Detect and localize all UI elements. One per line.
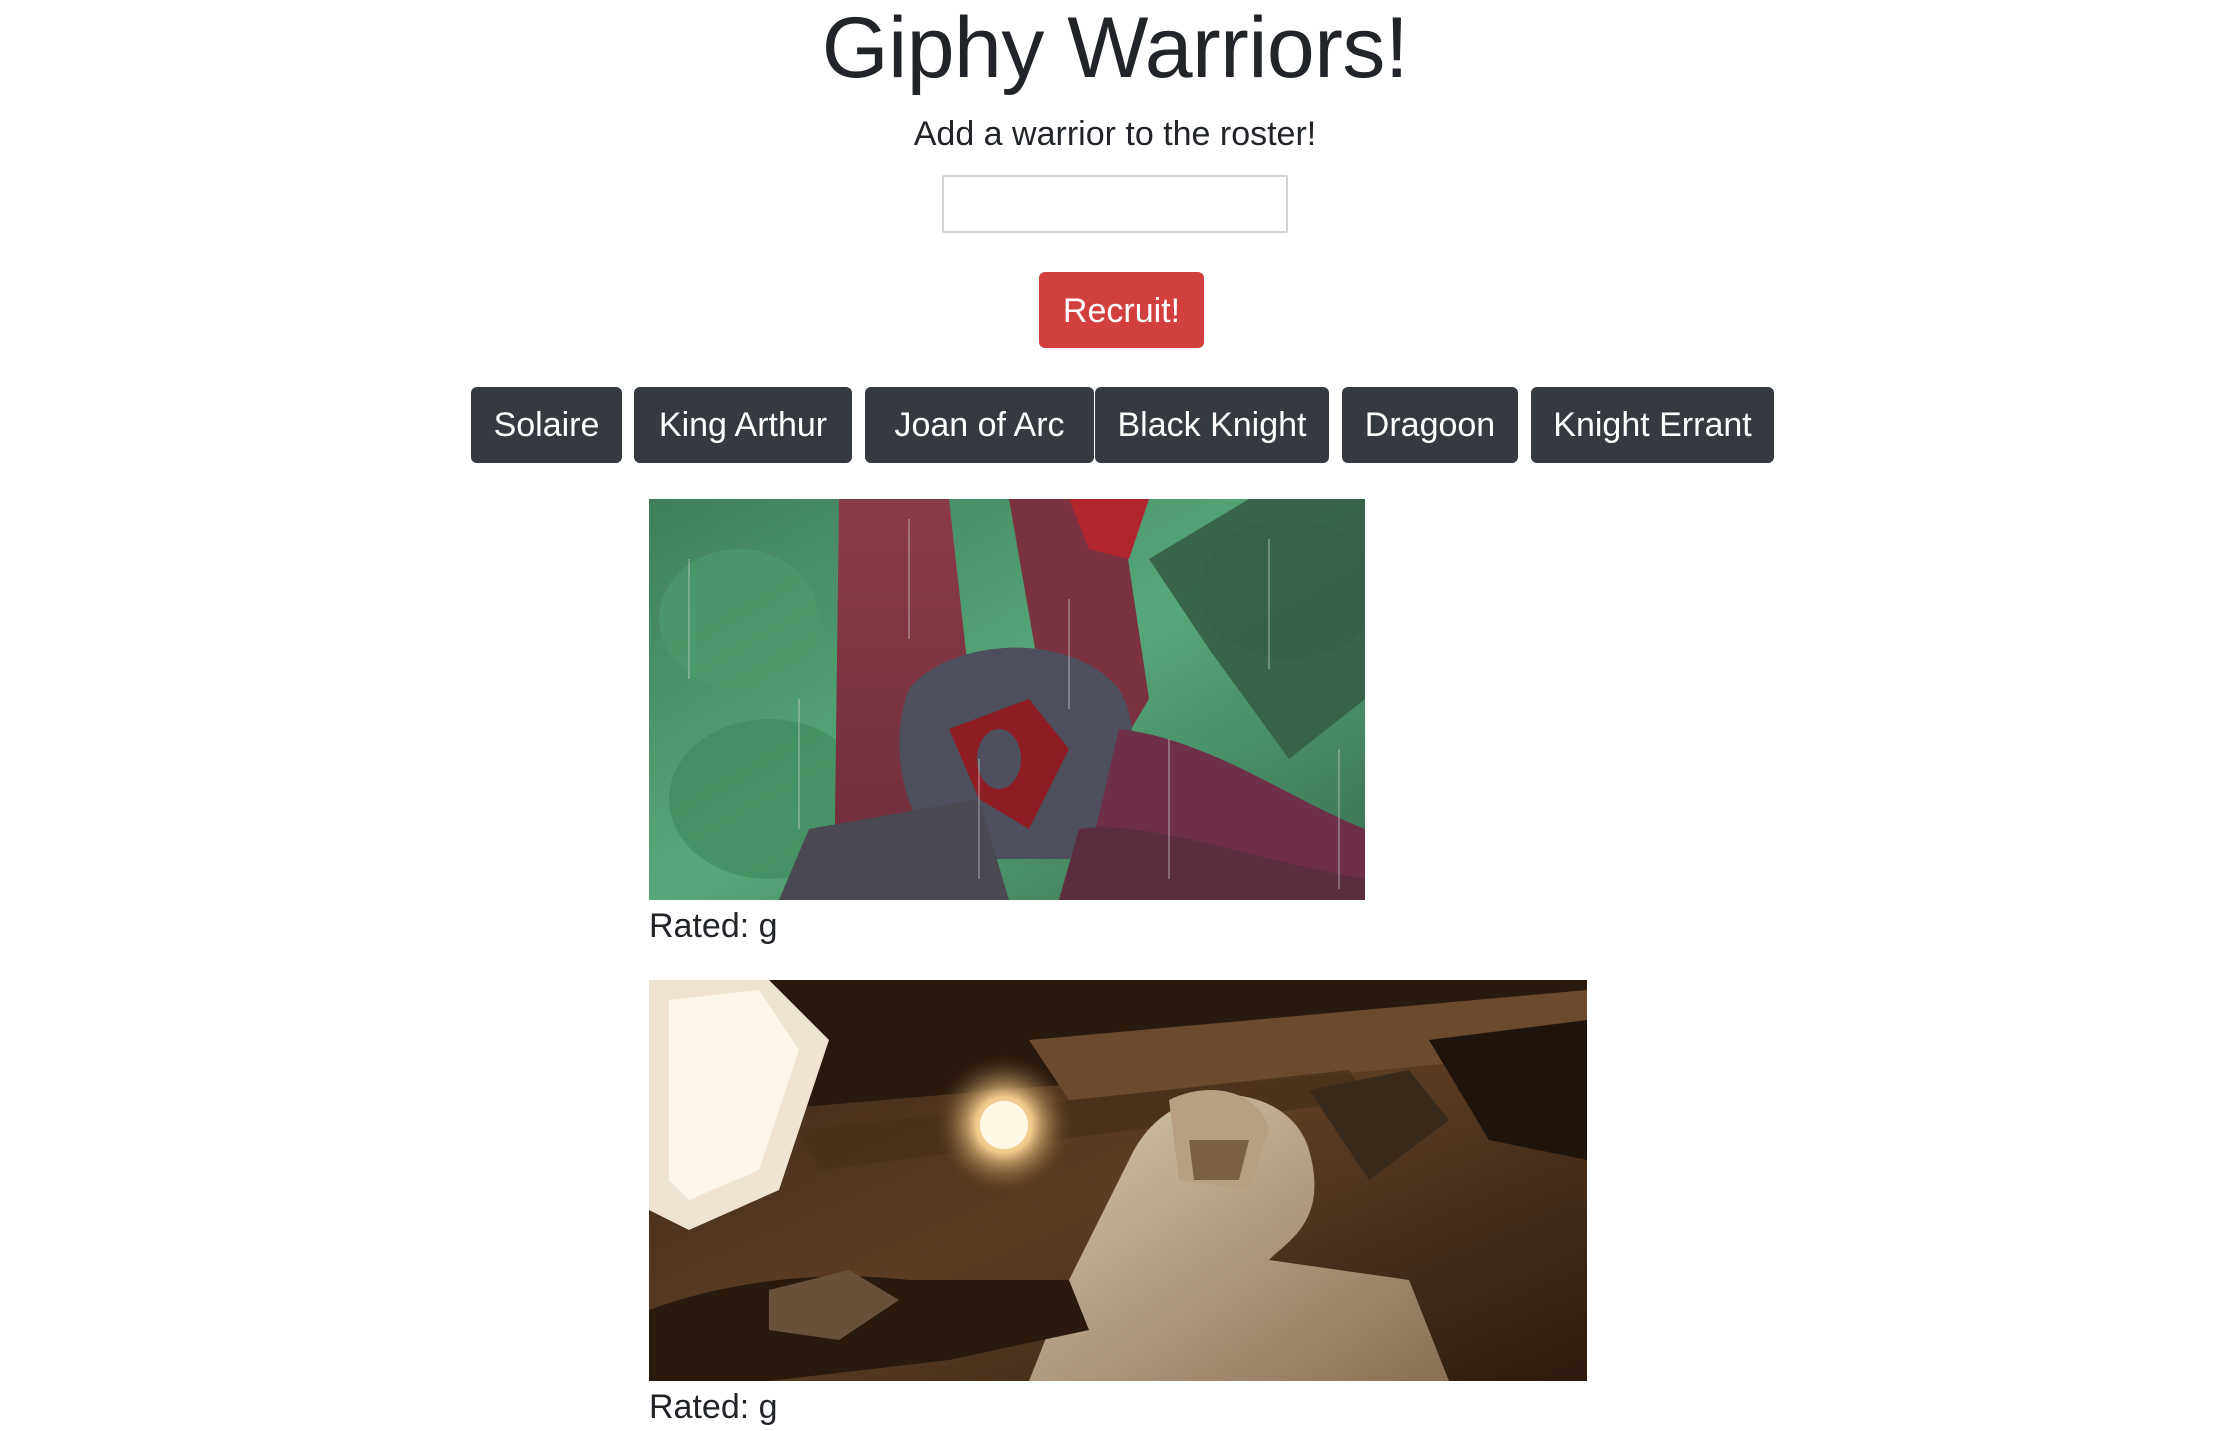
recruit-button[interactable]: Recruit! (1039, 272, 1204, 348)
page-title: Giphy Warriors! (821, 0, 1409, 96)
warrior-button-row: Solaire King Arthur Joan of Arc Black Kn… (0, 387, 2230, 463)
warrior-button-joan-of-arc[interactable]: Joan of Arc (865, 387, 1094, 463)
warrior-gif-image[interactable] (649, 499, 1365, 900)
warrior-button-black-knight[interactable]: Black Knight (1095, 387, 1329, 463)
gif-result: Rated: g (649, 980, 1587, 1429)
warrior-button-knight-errant[interactable]: Knight Errant (1531, 387, 1774, 463)
gif-result: Rated: g (649, 499, 1365, 948)
warrior-button-dragoon[interactable]: Dragoon (1342, 387, 1518, 463)
warrior-gif-image[interactable] (649, 980, 1587, 1381)
warrior-name-input[interactable] (942, 175, 1288, 233)
warrior-button-king-arthur[interactable]: King Arthur (634, 387, 852, 463)
rating-label: Rated: g (649, 1388, 778, 1426)
warrior-button-solaire[interactable]: Solaire (471, 387, 622, 463)
rating-label: Rated: g (649, 907, 778, 945)
add-warrior-prompt: Add a warrior to the roster! (913, 115, 1317, 153)
